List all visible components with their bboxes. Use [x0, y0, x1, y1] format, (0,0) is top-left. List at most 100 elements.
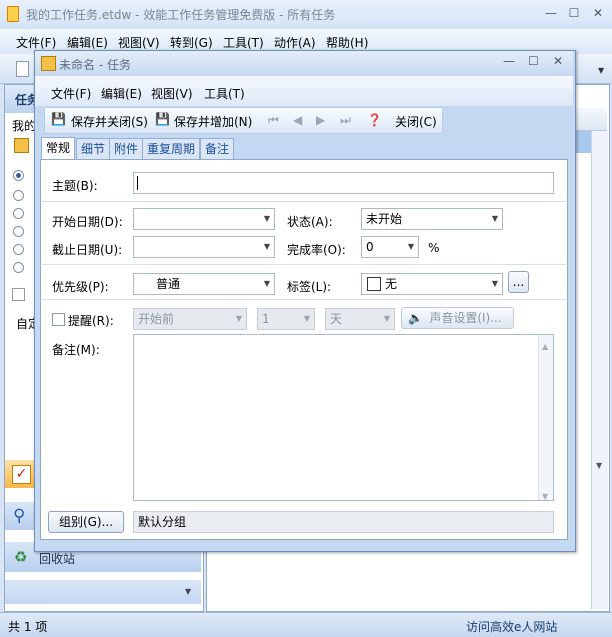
tag-more-button[interactable]: ...	[508, 271, 529, 293]
chevron-down-icon[interactable]: ▼	[264, 237, 270, 257]
save-add-button[interactable]: 保存并增加(N)	[174, 113, 252, 130]
close-icon[interactable]: ✕	[587, 4, 609, 22]
tab-attachments[interactable]: 附件	[109, 138, 144, 159]
maximize-icon[interactable]: ☐	[563, 4, 585, 22]
due-date-picker[interactable]: ▼	[133, 236, 275, 258]
scroll-down-icon[interactable]: ▼	[542, 487, 548, 507]
main-title-bar: 我的工作任务.etdw - 效能工作任务管理免费版 - 所有任务 — ☐ ✕	[0, 0, 612, 29]
toolbar-overflow-icon[interactable]: ▼	[598, 66, 604, 75]
view-radio-5[interactable]	[13, 244, 24, 255]
text-cursor	[137, 176, 138, 190]
status-select[interactable]: 未开始 ▼	[361, 208, 503, 230]
subject-label: 主题(B):	[52, 179, 98, 193]
scroll-up-icon[interactable]: ▲	[542, 337, 548, 357]
task-icon	[41, 56, 56, 71]
tag-select[interactable]: 无 ▼	[361, 273, 503, 295]
last-record-icon[interactable]: ⏭	[340, 113, 351, 128]
main-menu-view[interactable]: 视图(V)	[118, 34, 160, 51]
chevron-down-icon[interactable]: ▼	[304, 309, 310, 329]
minimize-icon[interactable]: —	[540, 4, 562, 22]
task-dialog-title: 未命名 - 任务	[59, 58, 131, 72]
start-date-picker[interactable]: ▼	[133, 208, 275, 230]
chevron-down-icon[interactable]: ▼	[236, 309, 242, 329]
search-icon: ⚲	[13, 506, 26, 526]
main-menu-goto[interactable]: 转到(G)	[170, 34, 213, 51]
notes-scrollbar[interactable]: ▲ ▼	[538, 335, 553, 501]
separator	[42, 264, 566, 265]
reminder-label: 提醒(R):	[68, 314, 114, 328]
dialog-menu-file[interactable]: 文件(F)	[51, 85, 91, 102]
chevron-down-icon[interactable]: ▼	[264, 209, 270, 229]
chevron-down-icon[interactable]: ▼	[384, 309, 390, 329]
reminder-number-select[interactable]: 1 ▼	[257, 308, 315, 330]
view-radio-1[interactable]	[13, 170, 24, 181]
left-pane-checkbox[interactable]	[12, 288, 25, 301]
chevron-down-icon[interactable]: ▼	[492, 274, 498, 294]
website-link[interactable]: 访问高效e人网站	[466, 618, 557, 635]
tab-detail[interactable]: 细节	[76, 138, 111, 159]
priority-value: 普通	[156, 277, 181, 291]
view-radio-6[interactable]	[13, 262, 24, 273]
tab-notes[interactable]: 备注	[200, 138, 235, 159]
main-menu-action[interactable]: 动作(A)	[274, 34, 316, 51]
save-close-button[interactable]: 保存并关闭(S)	[71, 113, 148, 130]
main-menu-edit[interactable]: 编辑(E)	[67, 34, 108, 51]
dialog-menu-bar: 文件(F) 编辑(E) 视图(V) 工具(T)	[35, 76, 573, 106]
recycle-bin-label: 回收站	[39, 552, 76, 566]
my-tasks-label: 我的	[12, 119, 37, 133]
main-menu-help[interactable]: 帮助(H)	[326, 34, 368, 51]
previous-record-icon[interactable]: ◀	[293, 113, 302, 127]
dialog-menu-tools[interactable]: 工具(T)	[204, 85, 245, 102]
priority-select[interactable]: 普通 ▼	[133, 273, 275, 295]
dialog-menu-view[interactable]: 视图(V)	[151, 85, 193, 102]
complete-percent-select[interactable]: 0 ▼	[361, 236, 419, 258]
reminder-unit-select[interactable]: 天 ▼	[325, 308, 395, 330]
status-item-count: 共 1 项	[8, 620, 48, 634]
dialog-menu-edit[interactable]: 编辑(E)	[101, 85, 142, 102]
separator	[42, 299, 566, 300]
chevron-down-icon[interactable]: ▼	[264, 274, 270, 294]
new-document-icon[interactable]	[16, 61, 29, 77]
recycle-icon: ♻	[14, 548, 28, 566]
subject-input[interactable]	[133, 172, 554, 194]
main-window-title: 我的工作任务.etdw - 效能工作任务管理免费版 - 所有任务	[26, 8, 336, 22]
save-close-icon: 💾	[51, 112, 66, 126]
view-radio-4[interactable]	[13, 226, 24, 237]
tag-label: 标签(L):	[287, 280, 332, 294]
separator	[42, 201, 566, 202]
reminder-number-value: 1	[262, 312, 270, 326]
dialog-minimize-icon[interactable]: —	[503, 54, 515, 68]
tasks-check-icon: ✓	[12, 465, 31, 484]
notes-label: 备注(M):	[52, 343, 100, 357]
main-menu-tools[interactable]: 工具(T)	[223, 34, 264, 51]
reminder-when-value: 开始前	[138, 312, 175, 326]
dialog-close-icon[interactable]: ✕	[553, 54, 563, 68]
group-value-field: 默认分组	[133, 511, 554, 533]
first-record-icon[interactable]: ⏮	[268, 113, 279, 128]
help-icon[interactable]: ❓	[367, 113, 382, 127]
close-button[interactable]: 关闭(C)	[395, 113, 437, 130]
group-button[interactable]: 组别(G)...	[48, 511, 124, 533]
reminder-when-select[interactable]: 开始前 ▼	[133, 308, 247, 330]
tab-general[interactable]: 常规	[41, 137, 76, 160]
main-menu-file[interactable]: 文件(F)	[16, 34, 56, 51]
sound-settings-button[interactable]: 🔈 声音设置(I)...	[401, 307, 514, 329]
task-list-scrollbar[interactable]: ▼	[591, 131, 608, 609]
scroll-down-icon[interactable]: ▼	[596, 461, 602, 470]
next-record-icon[interactable]: ▶	[316, 113, 325, 127]
view-radio-3[interactable]	[13, 208, 24, 219]
dialog-maximize-icon[interactable]: ☐	[528, 54, 539, 68]
task-folder-icon	[14, 138, 29, 153]
dialog-toolbar: 💾 保存并关闭(S) 💾 保存并增加(N) ⏮ ◀ ▶ ⏭ ❓ 关闭(C)	[44, 107, 443, 134]
sound-settings-label: 声音设置(I)...	[429, 311, 502, 325]
tab-recurrence[interactable]: 重复周期	[142, 138, 201, 159]
chevron-down-icon[interactable]: ▼	[492, 209, 498, 229]
configure-buttons-icon[interactable]: ▼	[185, 587, 191, 596]
tag-color-swatch	[367, 277, 381, 291]
notes-textarea[interactable]: ▲ ▼	[133, 334, 554, 501]
chevron-down-icon[interactable]: ▼	[408, 237, 414, 257]
tag-value: 无	[385, 277, 398, 291]
view-radio-2[interactable]	[13, 190, 24, 201]
complete-value: 0	[366, 240, 374, 254]
reminder-checkbox[interactable]	[52, 313, 65, 326]
